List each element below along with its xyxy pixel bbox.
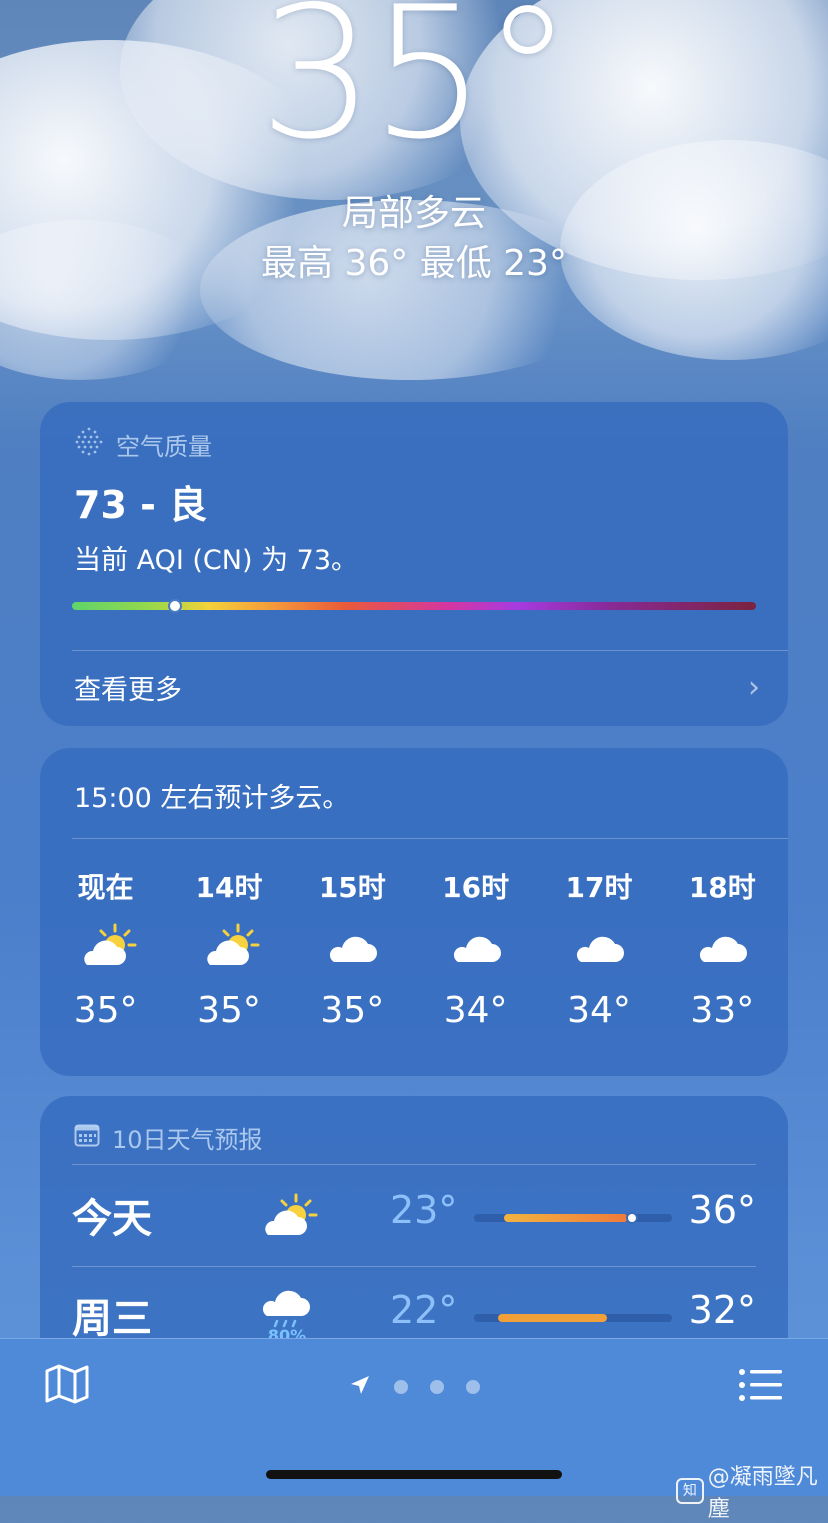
chevron-right-icon[interactable]: › [748,670,760,705]
cloud-icon [291,902,414,990]
air-quality-header: 空气质量 [74,426,212,462]
day-label: 周三 [72,1296,152,1342]
home-indicator[interactable] [266,1470,562,1479]
daily-forecast-header: 10日天气预报 [74,1120,263,1155]
hour-time: 15时 [318,871,386,904]
hour-temp: 35° [320,990,385,1031]
temp-range-bar [503,1214,629,1222]
calendar-icon [74,1123,100,1153]
hour-item: 14时 35° [167,866,290,1031]
hour-item: 现在 35° [44,866,167,1031]
watermark-logo: 知 [676,1478,704,1504]
divider [72,1164,756,1165]
high-low-temperature: 最高 36° 最低 23° [261,243,567,284]
hourly-summary: 15:00 左右预计多云。 [74,783,350,814]
hour-temp: 34° [567,990,631,1031]
current-temp-dot [626,1212,639,1224]
hour-time: 14时 [195,871,263,904]
low-temp: 23° [390,1188,458,1232]
map-icon[interactable] [44,1363,90,1409]
hourly-list[interactable]: 现在 35° 14时 35° 15时 35° 16时 34° 17时 34° 1… [44,866,784,1031]
hour-item: 17时 34° [537,866,660,1031]
air-quality-title: 空气质量 [116,432,212,461]
page-dot[interactable] [466,1380,480,1394]
list-icon[interactable] [738,1367,784,1407]
aqi-indicator-dot [167,599,182,613]
air-quality-card[interactable]: 空气质量 73 - 良 当前 AQI (CN) 为 73。 查看更多 › [40,402,788,726]
hour-time: 17时 [565,871,633,904]
divider [72,1266,756,1267]
hour-temp: 35° [73,990,138,1031]
current-temperature: 35° [258,0,574,179]
partly-sunny-icon [242,1176,332,1256]
high-temp: 32° [688,1288,756,1332]
daily-row-today[interactable]: 今天 23° 36° [72,1168,756,1268]
divider [72,650,788,651]
temp-range-track [474,1314,672,1322]
watermark: 知 @凝雨墜凡塵 [676,1459,828,1523]
aqi-value-label: 73 - 良 [74,483,208,527]
low-temp: 22° [390,1288,458,1332]
temp-range-track [474,1212,672,1224]
day-label: 今天 [72,1196,152,1242]
aqi-description: 当前 AQI (CN) 为 73。 [74,545,359,576]
air-quality-dots-icon [74,426,104,462]
hour-time: 现在 [77,871,134,904]
high-temp: 36° [688,1188,756,1232]
partly-sunny-icon [167,902,290,990]
hour-time: 16时 [442,871,510,904]
location-arrow-icon[interactable] [348,1373,372,1401]
daily-forecast-title: 10日天气预报 [112,1126,263,1154]
page-dot[interactable] [394,1380,408,1394]
hour-temp: 35° [197,990,261,1031]
see-more-link[interactable]: 查看更多 [74,668,182,707]
temp-range-bar [497,1314,607,1322]
watermark-text: @凝雨墜凡塵 [707,1465,818,1522]
hour-item: 16时 34° [414,866,537,1031]
divider [72,838,788,839]
hour-temp: 34° [443,990,508,1031]
hour-temp: 33° [690,990,755,1031]
cloud-icon [661,902,784,990]
cloud-icon [414,902,537,990]
hour-time: 18时 [688,871,756,904]
page-indicator[interactable] [348,1373,480,1401]
cloud-icon [537,902,660,990]
partly-sunny-icon [44,902,167,990]
current-condition: 局部多云 [341,193,486,234]
page-dot[interactable] [430,1380,444,1394]
hourly-forecast-card: 15:00 左右预计多云。 现在 35° 14时 35° 15时 35° 16时 [40,748,788,1076]
hour-item: 18时 33° [661,866,784,1031]
hour-item: 15时 35° [291,866,414,1031]
